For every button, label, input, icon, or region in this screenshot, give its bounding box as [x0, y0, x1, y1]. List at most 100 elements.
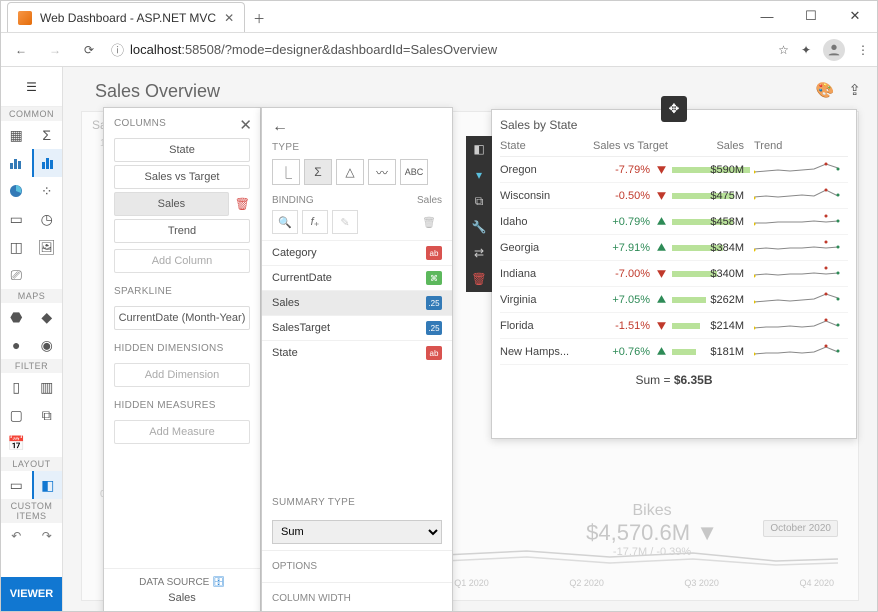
sparkline-item[interactable]: CurrentDate (Month-Year) — [114, 306, 250, 330]
add-calc-field-icon[interactable]: f₊ — [302, 210, 328, 234]
column-item[interactable]: Sales vs Target — [114, 165, 250, 189]
tab-close-icon[interactable]: ✕ — [224, 11, 234, 25]
tool-layout1-icon[interactable]: ▭ — [1, 471, 32, 499]
table-row[interactable]: Virginia+7.05%$262M — [500, 287, 848, 313]
column-delete-icon[interactable]: 🗑 — [235, 197, 250, 211]
type-text-icon[interactable]: ABC — [400, 159, 428, 185]
search-icon[interactable]: 🔍 — [272, 210, 298, 234]
tool-pie-icon[interactable] — [1, 177, 32, 205]
redo-button[interactable]: ↷ — [32, 523, 63, 549]
tool-stacked-icon[interactable] — [32, 149, 63, 177]
tool-filter4-icon[interactable]: ⧉ — [32, 401, 63, 429]
tool-treemap-icon[interactable]: ◫ — [1, 233, 32, 261]
type-measure-icon[interactable]: Σ — [304, 159, 332, 185]
tool-gauge-icon[interactable]: ◷ — [32, 205, 63, 233]
tool-interact-icon[interactable]: ⧉ — [466, 188, 492, 214]
col-sales[interactable]: Sales — [672, 140, 750, 152]
add-column-button[interactable]: Add Column — [114, 249, 250, 273]
table-row[interactable]: Wisconsin-0.50%$475M — [500, 183, 848, 209]
reload-button[interactable]: ⟳ — [77, 38, 101, 62]
tool-date-icon[interactable]: 📅 — [1, 429, 32, 457]
hamburger-menu-button[interactable]: ☰ — [1, 67, 62, 107]
bookmark-icon[interactable]: ☆ — [778, 43, 789, 57]
binding-item[interactable]: SalesTarget.25 — [262, 315, 452, 340]
table-row[interactable]: Oregon-7.79%$590M — [500, 157, 848, 183]
grid-widget[interactable]: ✥ ◧ ▾ ⧉ 🔧 ⇄ 🗑 Sales by State State Sales… — [491, 109, 857, 439]
grid-sum-row: Sum = $6.35B — [500, 365, 848, 389]
binding-item[interactable]: Stateab — [262, 340, 452, 365]
minimize-button[interactable]: — — [745, 0, 789, 32]
new-tab-button[interactable]: ＋ — [245, 4, 273, 32]
tool-map1-icon[interactable]: ⬣ — [1, 303, 32, 331]
edit-icon[interactable]: ✎ — [332, 210, 358, 234]
tool-filter3-icon[interactable]: ▢ — [1, 401, 32, 429]
columns-close-icon[interactable]: ✕ — [239, 116, 252, 134]
kebab-menu-icon[interactable]: ⋮ — [857, 43, 869, 57]
column-item[interactable]: Trend — [114, 219, 250, 243]
tool-grid-icon[interactable]: ▦ — [1, 121, 32, 149]
table-row[interactable]: Florida-1.51%$214M — [500, 313, 848, 339]
tool-scatter-icon[interactable]: ⁘ — [32, 177, 63, 205]
add-dimension-button[interactable]: Add Dimension — [114, 363, 250, 387]
database-icon[interactable]: 🗄 — [212, 577, 225, 588]
back-button[interactable]: ← — [9, 38, 33, 62]
binding-back- -icon[interactable]: ← — [272, 118, 288, 136]
tool-map4-icon[interactable]: ◉ — [32, 331, 63, 359]
url-field[interactable]: ⓘ localhost:58508/?mode=designer&dashboa… — [111, 40, 768, 59]
tool-convert-icon[interactable]: ⇄ — [466, 240, 492, 266]
tool-barchart-icon[interactable] — [1, 149, 32, 177]
cell-svt: +7.91% — [580, 242, 650, 254]
timeline-end[interactable]: October 2020 — [763, 520, 838, 537]
column-item[interactable]: Sales — [114, 192, 229, 216]
profile-avatar[interactable] — [823, 39, 845, 61]
column-width-header[interactable]: COLUMN WIDTH — [262, 582, 452, 611]
tool-filter-icon[interactable]: ▾ — [466, 162, 492, 188]
hidden-dim-header: HIDDEN DIMENSIONS — [104, 333, 260, 360]
tool-map2-icon[interactable]: ◆ — [32, 303, 63, 331]
arrow-up-icon — [650, 294, 672, 305]
delete-icon[interactable]: 🗑 — [416, 210, 442, 234]
table-row[interactable]: Georgia+7.91%$384M — [500, 235, 848, 261]
tool-layout2-icon[interactable]: ◧ — [32, 471, 63, 499]
tool-image-icon[interactable]: 🖼 — [32, 233, 63, 261]
column-item[interactable]: State — [114, 138, 250, 162]
site-info-icon[interactable]: ⓘ — [111, 40, 124, 59]
tool-map3-icon[interactable]: ● — [1, 331, 32, 359]
close-window-button[interactable]: ✕ — [833, 0, 877, 32]
columns-header: COLUMNS — [104, 108, 260, 135]
table-row[interactable]: Indiana-7.00%$340M — [500, 261, 848, 287]
tool-filter1-icon[interactable]: ▯ — [1, 373, 32, 401]
undo-button[interactable]: ↶ — [1, 523, 32, 549]
tool-text-icon[interactable]: ⎚ — [1, 261, 32, 289]
move-handle-icon[interactable]: ✥ — [661, 96, 687, 122]
tool-card-icon[interactable]: ▭ — [1, 205, 32, 233]
palette-icon[interactable]: 🎨 — [816, 81, 835, 99]
tool-sigma-icon[interactable]: Σ — [32, 121, 63, 149]
type-delta-icon[interactable]: △ — [336, 159, 364, 185]
grid-sum-label: Sum — [635, 373, 660, 387]
add-measure-button[interactable]: Add Measure — [114, 420, 250, 444]
browser-tab[interactable]: Web Dashboard - ASP.NET MVC ✕ — [7, 2, 245, 32]
table-row[interactable]: New Hamps...+0.76%$181M — [500, 339, 848, 365]
col-svt[interactable]: Sales vs Target — [580, 140, 672, 152]
binding-item[interactable]: Categoryab — [262, 240, 452, 265]
export-icon[interactable]: ⇪ — [848, 81, 861, 99]
summary-select[interactable]: Sum — [272, 520, 442, 544]
tool-settings-icon[interactable]: 🔧 — [466, 214, 492, 240]
type-dimension-icon[interactable]: ⎿ — [272, 159, 300, 185]
binding-item[interactable]: Sales.25 — [262, 290, 452, 315]
table-row[interactable]: Idaho+0.79%$458M — [500, 209, 848, 235]
extensions-icon[interactable]: ✦ — [801, 43, 811, 57]
tool-delete-icon[interactable]: 🗑 — [466, 266, 492, 292]
col-trend[interactable]: Trend — [750, 140, 848, 152]
maximize-button[interactable]: ☐ — [789, 0, 833, 32]
data-source-name[interactable]: Sales — [104, 588, 260, 610]
viewer-button[interactable]: VIEWER — [1, 577, 62, 611]
tool-bind-icon[interactable]: ◧ — [466, 136, 492, 162]
col-state[interactable]: State — [500, 140, 580, 152]
binding-item[interactable]: CurrentDate⌘ — [262, 265, 452, 290]
options-header[interactable]: OPTIONS — [262, 550, 452, 582]
forward-button[interactable]: → — [43, 38, 67, 62]
type-sparkline-icon[interactable]: 〰 — [368, 159, 396, 185]
tool-filter2-icon[interactable]: ▥ — [32, 373, 63, 401]
